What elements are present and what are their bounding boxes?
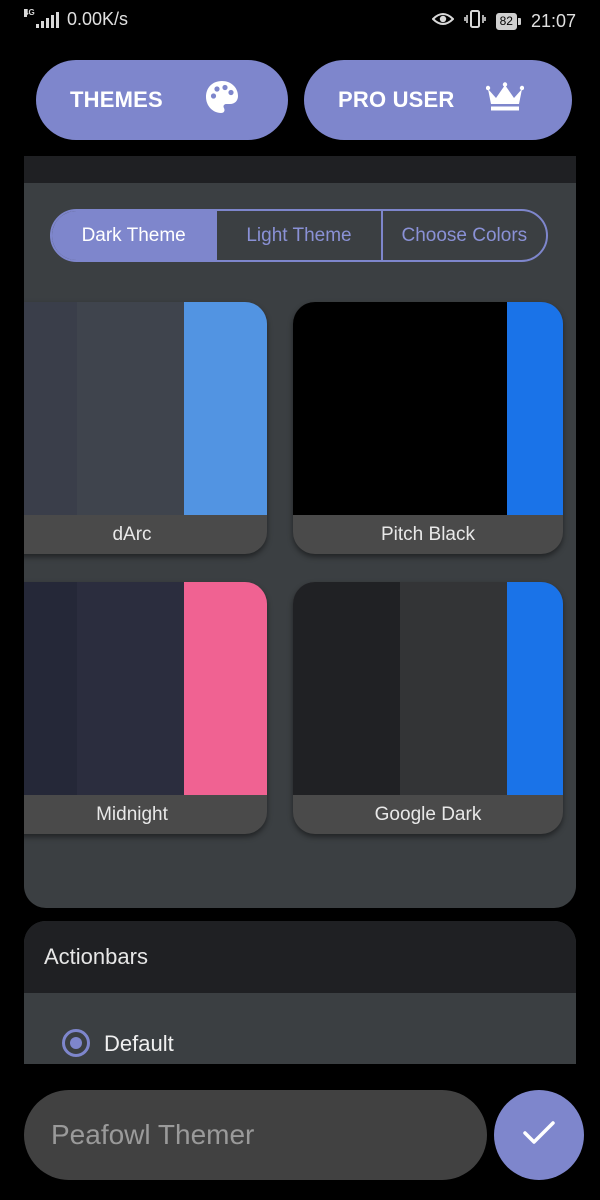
color-swatch [77, 302, 184, 515]
color-swatch [77, 582, 184, 795]
check-icon [522, 1120, 556, 1151]
theme-tile-label: Pitch Black [381, 523, 475, 545]
tab-light-theme[interactable]: Light Theme [215, 211, 380, 260]
actionbars-header: Actionbars [24, 921, 576, 993]
color-swatch [507, 302, 563, 515]
color-swatch [293, 302, 507, 515]
status-right: 82 21:07 [431, 9, 576, 34]
theme-tile-midnight[interactable]: Midnight [24, 582, 267, 834]
pro-user-label: PRO USER [338, 87, 455, 112]
signal-icon: 4G [24, 8, 59, 28]
clock: 21:07 [530, 11, 576, 31]
theme-card: Dark Theme Light Theme Choose Colors dAr… [24, 156, 576, 908]
actionbars-title: Actionbars [44, 944, 148, 969]
radio-default[interactable] [62, 1029, 90, 1057]
theme-tile-pitch-black[interactable]: Pitch Black [293, 302, 563, 554]
pro-user-button[interactable]: PRO USER [304, 60, 572, 140]
theme-tile-label: Midnight [96, 803, 168, 825]
radio-default-label[interactable]: Default [104, 1031, 174, 1057]
theme-tile-label: dArc [112, 523, 152, 545]
confirm-button[interactable] [494, 1090, 584, 1180]
tab-choose-colors[interactable]: Choose Colors [380, 211, 546, 260]
status-left: 4G 0.00K/s [24, 8, 129, 30]
color-swatch [24, 582, 77, 795]
theme-tile-label: Google Dark [374, 803, 482, 825]
status-bar: 4G 0.00K/s 82 21:07 [0, 0, 600, 42]
data-speed: 0.00K/s [67, 9, 129, 29]
color-swatch [184, 582, 267, 795]
color-swatch [293, 582, 400, 795]
color-swatch [507, 582, 563, 795]
crown-icon [485, 82, 525, 118]
tab-dark-theme[interactable]: Dark Theme [52, 211, 216, 260]
palette-icon [204, 79, 240, 121]
color-swatch [24, 302, 77, 515]
theme-name-text: Peafowl Themer [51, 1119, 255, 1150]
vibrate-icon [463, 9, 486, 34]
theme-tile-google-dark[interactable]: Google Dark [293, 582, 563, 834]
theme-name-field[interactable]: Peafowl Themer [24, 1090, 487, 1180]
color-swatch [400, 582, 507, 795]
theme-card-header [24, 156, 576, 183]
themes-label: THEMES [70, 87, 163, 112]
themes-button[interactable]: THEMES [36, 60, 288, 140]
theme-mode-selector: Dark Theme Light Theme Choose Colors [50, 209, 548, 262]
eye-comfort-icon [431, 11, 455, 32]
theme-tile-darc[interactable]: dArc [24, 302, 267, 554]
battery-icon: 82 [495, 13, 522, 30]
actionbars-card: Actionbars Default [24, 921, 576, 1064]
color-swatch [184, 302, 267, 515]
